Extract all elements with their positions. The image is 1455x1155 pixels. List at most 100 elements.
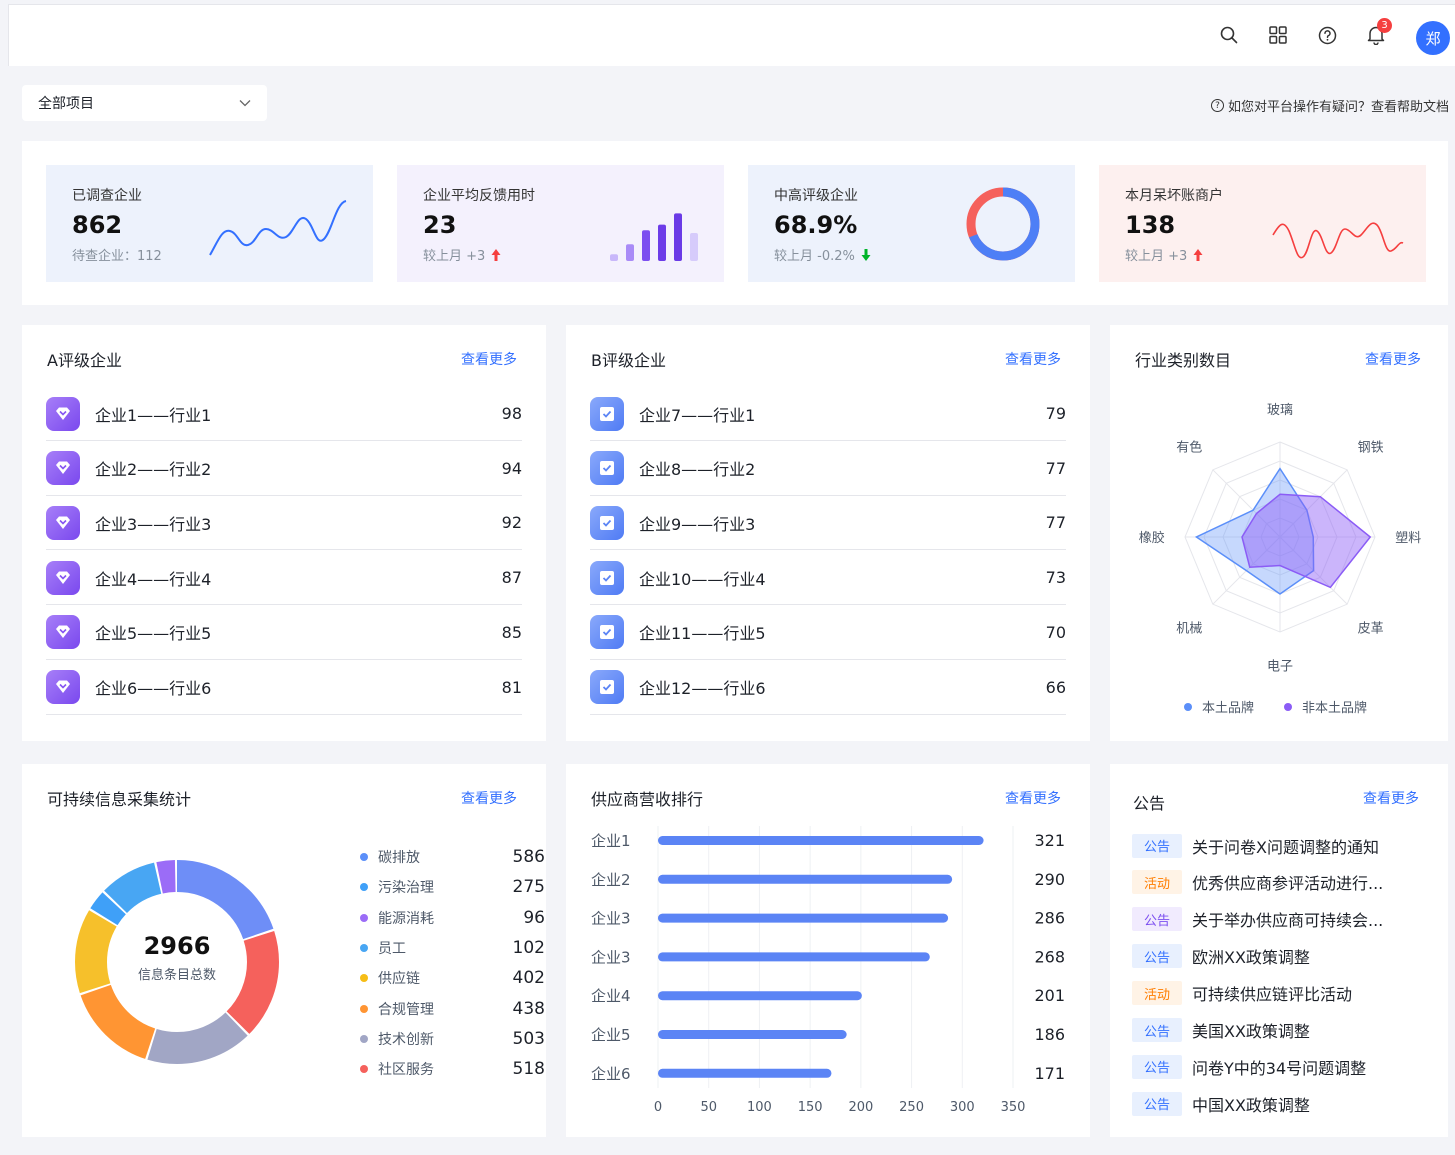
- list-item[interactable]: 企业2——行业2 94: [46, 442, 522, 496]
- list-item[interactable]: 企业10——行业4 73: [590, 551, 1066, 606]
- clipboard-check-icon: [590, 615, 624, 650]
- search-icon[interactable]: [1216, 22, 1242, 48]
- legend-item[interactable]: 供应链 402: [360, 963, 545, 993]
- radar-axis-label: 有色: [1176, 439, 1202, 455]
- list-item[interactable]: 企业3——行业3 92: [46, 496, 522, 551]
- company-score: 98: [501, 404, 522, 423]
- company-score: 73: [1045, 568, 1066, 588]
- bar-value-label: 286: [1034, 909, 1065, 928]
- help-link[interactable]: ? 如您对平台操作有疑问？查看帮助文档: [1210, 96, 1449, 115]
- bar-value-label: 268: [1034, 947, 1065, 966]
- list-item[interactable]: 企业7——行业1 79: [590, 387, 1066, 441]
- clipboard-check-icon: [590, 396, 624, 431]
- help-circle-icon[interactable]: [1314, 22, 1340, 48]
- chevron-down-icon: [239, 100, 251, 107]
- radar-axis-label: 皮革: [1358, 622, 1384, 637]
- legend-item[interactable]: 技术创新 503: [360, 1024, 545, 1054]
- bell-icon[interactable]: 3: [1363, 18, 1392, 48]
- stat-sub-text: 较上月 -0.2%: [774, 249, 855, 264]
- company-score: 79: [1045, 404, 1066, 423]
- legend-label: 能源消耗: [378, 910, 434, 927]
- company-score: 77: [1045, 513, 1066, 533]
- legend-label: 碳排放: [378, 850, 420, 866]
- company-score: 81: [501, 677, 522, 697]
- list-item[interactable]: 企业5——行业5 85: [46, 606, 522, 660]
- company-name: 企业3——行业3: [95, 514, 212, 534]
- notice-text: 欧洲XX政策调整: [1192, 948, 1310, 968]
- radar-axis-label: 钢铁: [1358, 440, 1384, 455]
- notice-item[interactable]: 活动 可持续供应链评比活动: [1132, 975, 1422, 1012]
- card-title: 可持续信息采集统计: [47, 790, 192, 809]
- mini-donut-chart: [966, 187, 1040, 261]
- radar-axis-label: 塑料: [1395, 531, 1421, 546]
- legend-value: 503: [512, 1028, 545, 1049]
- legend-item[interactable]: 社区服务 518: [360, 1054, 545, 1084]
- notices-card: 公告 查看更多 公告 关于问卷X问题调整的通知 活动 优秀供应商参评活动进行... 公告…: [1110, 764, 1448, 1137]
- legend-item[interactable]: 合规管理 438: [360, 994, 545, 1024]
- stat-card-feedback-time[interactable]: 企业平均反馈用时 23 较上月 +3: [397, 165, 724, 282]
- legend-label: 供应链: [378, 971, 420, 988]
- legend-value: 402: [512, 968, 545, 989]
- view-more-link[interactable]: 查看更多: [461, 788, 517, 808]
- legend-dot: [360, 1065, 368, 1074]
- notice-item[interactable]: 活动 优秀供应商参评活动进行...: [1132, 864, 1422, 901]
- notice-tag: 公告: [1132, 944, 1182, 969]
- stat-card-high-rating[interactable]: 中高评级企业 68.9% 较上月 -0.2%: [748, 165, 1075, 282]
- project-select[interactable]: 全部项目: [22, 85, 267, 121]
- notice-tag: 公告: [1132, 833, 1182, 858]
- stat-card-surveyed[interactable]: 已调查企业 862 待查企业：112: [46, 165, 373, 282]
- arrow-down-icon: [861, 248, 871, 261]
- notice-text: 美国XX政策调整: [1192, 1022, 1310, 1041]
- y-category-label: 企业6: [591, 1065, 631, 1083]
- legend-label: 污染治理: [378, 880, 434, 897]
- legend-value: 275: [512, 877, 545, 898]
- company-name: 企业2——行业2: [95, 460, 212, 480]
- company-score: 66: [1045, 677, 1066, 697]
- list-item[interactable]: 企业11——行业5 70: [590, 606, 1066, 660]
- list-item[interactable]: 企业6——行业6 81: [46, 661, 522, 715]
- view-more-link[interactable]: 查看更多: [461, 349, 517, 369]
- heart-diamond-icon: [46, 670, 80, 704]
- y-category-label: 企业3: [591, 948, 631, 966]
- legend-label: 本土品牌: [1202, 700, 1254, 716]
- list-item[interactable]: 企业8——行业2 77: [590, 442, 1066, 496]
- legend-item[interactable]: 碳排放 586: [360, 842, 545, 872]
- y-category-label: 企业1: [591, 832, 631, 850]
- mini-bar: [610, 254, 618, 261]
- notice-item[interactable]: 公告 欧洲XX政策调整: [1132, 938, 1422, 975]
- stat-card-bad-debt[interactable]: 本月呆坏账商户 138 较上月 +3: [1099, 165, 1426, 282]
- avatar[interactable]: 郑: [1416, 21, 1450, 55]
- b-rank-card: B评级企业 查看更多 企业7——行业1 79 企业8——行业2 77 企业9——行业3 7…: [566, 325, 1090, 741]
- sustainability-card: 可持续信息采集统计 查看更多 2966 信息条目总数 碳排放 586 污染治理 275…: [22, 764, 546, 1137]
- bar-chart: 0 50 100 150 200 250 300 350 企业1 321 企业2 290 企业3 286 企…: [591, 826, 1065, 1115]
- donut-total-label: 信息条目总数: [137, 968, 216, 983]
- legend-item[interactable]: 污染治理 275: [360, 872, 545, 902]
- view-more-link[interactable]: 查看更多: [1363, 788, 1419, 808]
- notice-item[interactable]: 公告 关于问卷X问题调整的通知: [1132, 827, 1422, 864]
- company-score: 92: [501, 513, 522, 533]
- company-score: 85: [501, 622, 522, 642]
- notice-item[interactable]: 公告 中国XX政策调整: [1132, 1085, 1422, 1122]
- heart-diamond-icon: [46, 396, 80, 431]
- stat-sub-text: 待查企业：112: [72, 249, 162, 264]
- notice-tag: 公告: [1132, 1091, 1182, 1116]
- stat-sub-text: 较上月 +3: [423, 249, 486, 264]
- view-more-link[interactable]: 查看更多: [1005, 349, 1061, 369]
- list-item[interactable]: 企业1——行业1 98: [46, 387, 522, 441]
- legend-item[interactable]: 能源消耗 96: [360, 903, 545, 933]
- apps-grid-icon[interactable]: [1265, 22, 1291, 48]
- notice-item[interactable]: 公告 问卷Y中的34号问题调整: [1132, 1048, 1422, 1085]
- view-more-link[interactable]: 查看更多: [1365, 349, 1421, 369]
- company-name: 企业8——行业2: [639, 460, 756, 480]
- mini-bar: [674, 213, 682, 261]
- x-tick-label: 0: [654, 1100, 662, 1115]
- notice-item[interactable]: 公告 关于举办供应商可持续会...: [1132, 901, 1422, 938]
- list-item[interactable]: 企业12——行业6 66: [590, 661, 1066, 715]
- notice-item[interactable]: 公告 美国XX政策调整: [1132, 1012, 1422, 1049]
- legend-item[interactable]: 员工 102: [360, 933, 545, 963]
- company-score: 87: [501, 568, 522, 588]
- clipboard-check-icon: [590, 505, 624, 540]
- legend-label: 社区服务: [378, 1062, 434, 1079]
- list-item[interactable]: 企业4——行业4 87: [46, 551, 522, 606]
- list-item[interactable]: 企业9——行业3 77: [590, 496, 1066, 551]
